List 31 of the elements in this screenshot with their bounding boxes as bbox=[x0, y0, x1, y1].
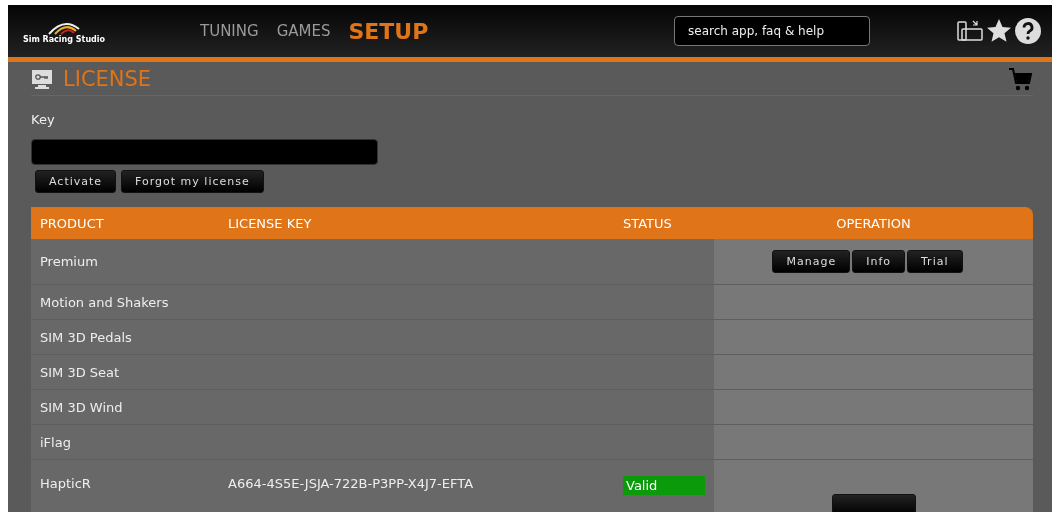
key-input-field[interactable] bbox=[31, 139, 378, 165]
operation-button[interactable]: Manage bbox=[772, 250, 851, 273]
logo-text: Sim Racing Studio bbox=[22, 34, 106, 44]
nav-tab[interactable]: SETUP bbox=[348, 18, 429, 44]
key-label: Key bbox=[31, 112, 56, 128]
nav-tab[interactable]: GAMES bbox=[276, 22, 331, 40]
column-header: LICENSE KEY bbox=[228, 215, 313, 231]
column-header: STATUS bbox=[623, 215, 673, 231]
product-cell-text: SIM 3D Seat bbox=[39, 363, 121, 382]
section-title: LICENSE bbox=[63, 66, 152, 91]
key-monitor-icon bbox=[31, 67, 53, 90]
product-cell-text: Motion and Shakers bbox=[39, 293, 170, 312]
license-key-cell-text: A664-4S5E-JSJA-722B-P3PP-X4J7-EFTA bbox=[228, 475, 475, 493]
product-cell-text: Premium bbox=[39, 253, 99, 271]
form-button[interactable]: Activate bbox=[35, 170, 117, 193]
vip-star-icon[interactable] bbox=[986, 18, 1012, 44]
cart-icon[interactable] bbox=[1007, 65, 1033, 92]
product-cell-text: SIM 3D Wind bbox=[39, 398, 124, 417]
devices-icon[interactable] bbox=[956, 18, 984, 44]
operation-button[interactable]: Trial bbox=[907, 250, 963, 273]
search-field[interactable]: search app, faq & help bbox=[674, 16, 870, 46]
product-cell-text: SIM 3D Pedals bbox=[39, 328, 133, 347]
column-header: PRODUCT bbox=[39, 215, 105, 231]
help-icon[interactable] bbox=[1014, 17, 1042, 45]
product-cell-text: HapticR bbox=[39, 475, 92, 493]
form-button[interactable]: Forgot my license bbox=[121, 170, 264, 193]
operation-button[interactable]: Info bbox=[852, 250, 905, 273]
status-label: Valid bbox=[623, 476, 705, 495]
nav-tab[interactable]: TUNING bbox=[200, 22, 259, 40]
column-header: OPERATION bbox=[835, 215, 912, 231]
product-cell-text: iFlag bbox=[39, 433, 72, 452]
